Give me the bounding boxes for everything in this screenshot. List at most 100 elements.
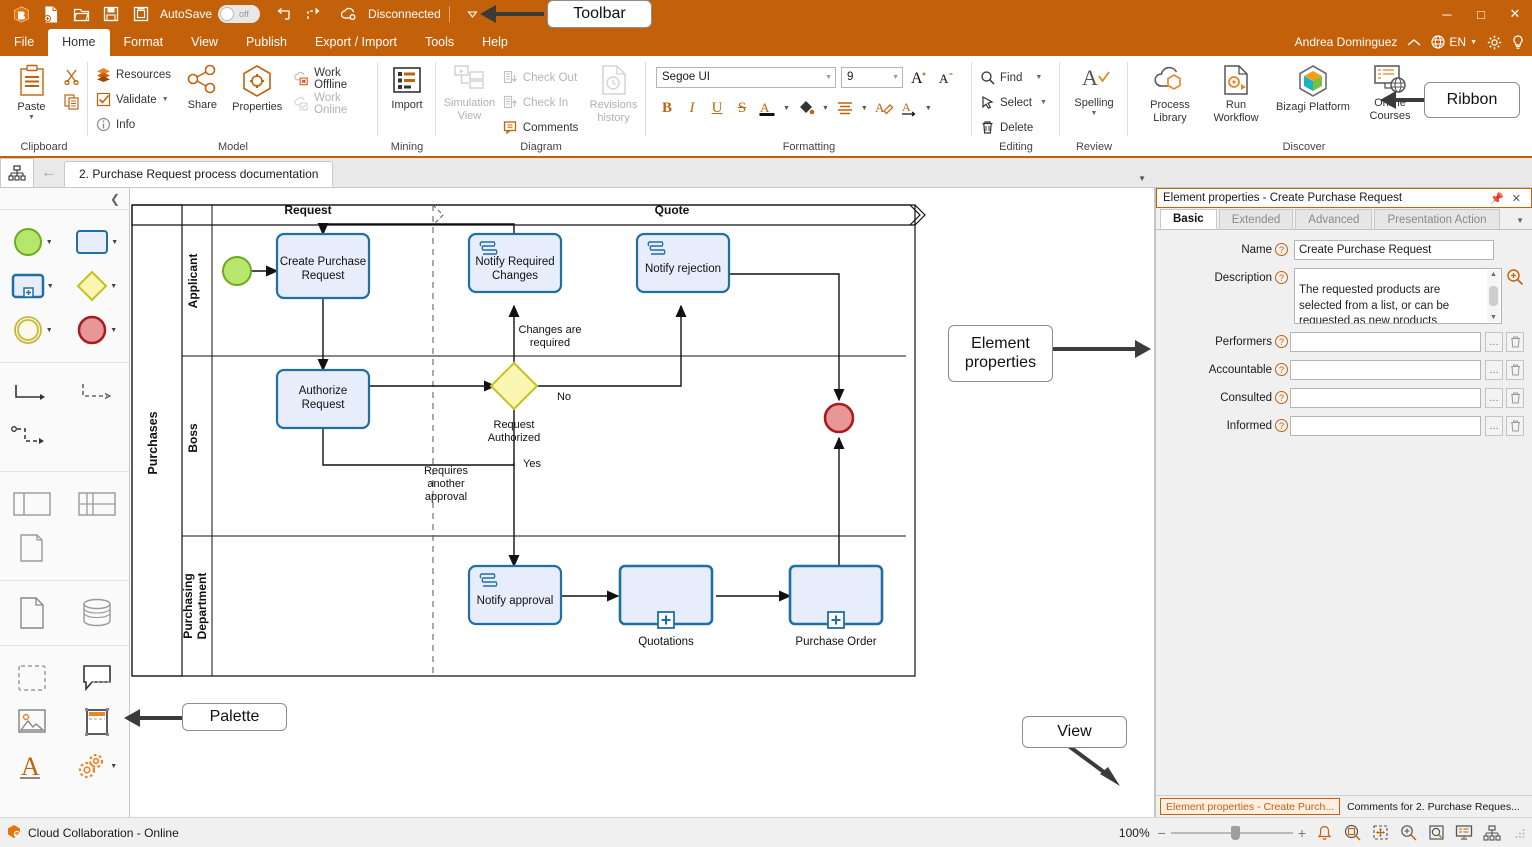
chevron-down-icon[interactable]: ▼ (46, 239, 53, 246)
minimize-button[interactable]: ─ (1430, 0, 1464, 28)
bizagi-platform-button[interactable]: Bizagi Platform (1274, 62, 1352, 114)
accountable-delete-button[interactable] (1506, 360, 1524, 380)
intermediate-event-shape[interactable]: ▼ (4, 310, 60, 350)
select-dropdown-arrow[interactable]: ▼ (1040, 99, 1047, 106)
resize-grip-icon[interactable] (1514, 827, 1526, 839)
zoom-selection-icon[interactable] (1342, 823, 1362, 843)
select-button[interactable]: Select ▼ (978, 90, 1049, 115)
chevron-down-icon[interactable]: ▼ (1516, 216, 1524, 225)
new-document-icon[interactable] (36, 2, 66, 26)
bottom-tab-element-properties[interactable]: Element properties - Create Purch... (1160, 798, 1341, 815)
fill-color-button[interactable] (795, 97, 817, 119)
autosave-toggle[interactable]: off (218, 5, 261, 23)
paste-button[interactable]: Paste ▼ (6, 62, 57, 121)
paste-dropdown-arrow[interactable]: ▼ (28, 114, 35, 121)
chevron-down-icon[interactable]: ▼ (47, 283, 54, 290)
bold-button[interactable]: B (656, 97, 678, 119)
scroll-up-arrow[interactable]: ▲ (1490, 270, 1497, 279)
custom-shapes[interactable]: ▼ (69, 746, 125, 786)
accountable-input[interactable] (1290, 360, 1481, 380)
chevron-down-icon[interactable]: ▼ (110, 763, 117, 770)
find-dropdown-arrow[interactable]: ▼ (1035, 74, 1042, 81)
help-icon[interactable]: ? (1275, 271, 1288, 284)
performers-browse-button[interactable]: … (1485, 332, 1503, 352)
data-store-shape[interactable] (69, 593, 125, 633)
font-color-button[interactable]: A (756, 97, 778, 119)
milestone-shape[interactable] (4, 528, 60, 568)
zoom-in-button[interactable]: + (1298, 825, 1306, 841)
informed-browse-button[interactable]: … (1485, 416, 1503, 436)
strikethrough-button[interactable]: S (731, 97, 753, 119)
decrease-font-size-icon[interactable]: A (935, 66, 957, 88)
cut-button[interactable] (61, 64, 82, 89)
menu-export-import[interactable]: Export / Import (301, 29, 411, 56)
image-shape[interactable] (4, 702, 60, 742)
comments-button[interactable]: Comments (501, 115, 583, 140)
zoom-thumb[interactable] (1230, 825, 1240, 840)
bizagi-logo-icon[interactable] (6, 2, 36, 26)
performers-input[interactable] (1290, 332, 1481, 352)
align-button[interactable] (834, 97, 856, 119)
text-direction-button[interactable]: A (898, 97, 920, 119)
fit-to-page-icon[interactable] (1370, 823, 1390, 843)
message-flow-connector[interactable] (69, 375, 125, 415)
fill-color-dropdown-arrow[interactable]: ▼ (820, 105, 831, 112)
delete-button[interactable]: Delete (978, 115, 1049, 140)
work-offline-button[interactable]: Work Offline (291, 66, 372, 91)
chevron-down-icon[interactable]: ▼ (111, 239, 118, 246)
informed-delete-button[interactable] (1506, 416, 1524, 436)
italic-button[interactable]: I (681, 97, 703, 119)
chevron-down-icon[interactable]: ▼ (825, 74, 832, 81)
close-button[interactable]: ✕ (1498, 0, 1532, 28)
zoom-out-button[interactable]: − (1158, 825, 1166, 841)
menu-tools[interactable]: Tools (411, 29, 468, 56)
consulted-delete-button[interactable] (1506, 388, 1524, 408)
chevron-down-icon[interactable]: ▼ (892, 74, 899, 81)
info-button[interactable]: Info (94, 112, 173, 137)
artifact-shape[interactable] (69, 702, 125, 742)
gateway-shape[interactable]: ▼ (69, 266, 125, 306)
diagram-view-icon[interactable] (1482, 823, 1502, 843)
lane-shape[interactable] (69, 484, 125, 524)
menu-file[interactable]: File (0, 29, 48, 56)
validate-button[interactable]: Validate ▼ (94, 87, 173, 112)
help-icon[interactable]: ? (1275, 391, 1288, 404)
import-button[interactable]: Import (384, 62, 430, 112)
zoom-slider[interactable]: − + (1158, 825, 1306, 841)
data-object-shape[interactable] (4, 593, 60, 633)
description-scrollbar[interactable]: ▲ ▼ (1487, 270, 1500, 322)
font-family-select[interactable]: Segoe UI ▼ (656, 66, 836, 88)
spelling-dropdown-arrow[interactable]: ▼ (1091, 110, 1098, 117)
expand-description-icon[interactable] (1506, 268, 1524, 286)
validate-dropdown-arrow[interactable]: ▼ (162, 96, 169, 103)
font-color-dropdown-arrow[interactable]: ▼ (781, 105, 792, 112)
annotation-shape[interactable] (69, 658, 125, 698)
cloud-collaboration-status[interactable]: Cloud Collaboration - Online (6, 824, 179, 842)
description-textarea[interactable]: The requested products are selected from… (1294, 268, 1502, 324)
increase-font-size-icon[interactable]: A (908, 66, 930, 88)
copy-button[interactable] (61, 89, 82, 114)
maximize-button[interactable]: □ (1464, 0, 1498, 28)
menu-format[interactable]: Format (110, 29, 178, 56)
text-direction-dropdown-arrow[interactable]: ▼ (923, 105, 934, 112)
tab-extended[interactable]: Extended (1218, 209, 1294, 229)
menu-publish[interactable]: Publish (232, 29, 301, 56)
scrollbar-thumb[interactable] (1489, 286, 1498, 306)
user-name[interactable]: Andrea Dominguez (1295, 35, 1398, 49)
menu-help[interactable]: Help (468, 29, 522, 56)
help-icon[interactable]: ? (1275, 243, 1288, 256)
accountable-browse-button[interactable]: … (1485, 360, 1503, 380)
chevron-down-icon[interactable]: ▼ (1138, 174, 1146, 183)
help-icon[interactable]: ? (1275, 335, 1288, 348)
clear-format-button[interactable]: A (873, 97, 895, 119)
end-event-shape[interactable]: ▼ (69, 310, 125, 350)
document-tab[interactable]: 2. Purchase Request process documentatio… (64, 161, 334, 187)
alerts-bell-icon[interactable] (1314, 823, 1334, 843)
association-connector[interactable] (4, 419, 60, 459)
task-shape[interactable]: ▼ (69, 222, 125, 262)
zoom-in-icon[interactable] (1398, 823, 1418, 843)
pin-icon[interactable]: 📌 (1486, 192, 1508, 205)
tab-advanced[interactable]: Advanced (1295, 209, 1373, 229)
tab-basic[interactable]: Basic (1160, 209, 1217, 229)
chevron-down-icon[interactable]: ▼ (110, 327, 117, 334)
